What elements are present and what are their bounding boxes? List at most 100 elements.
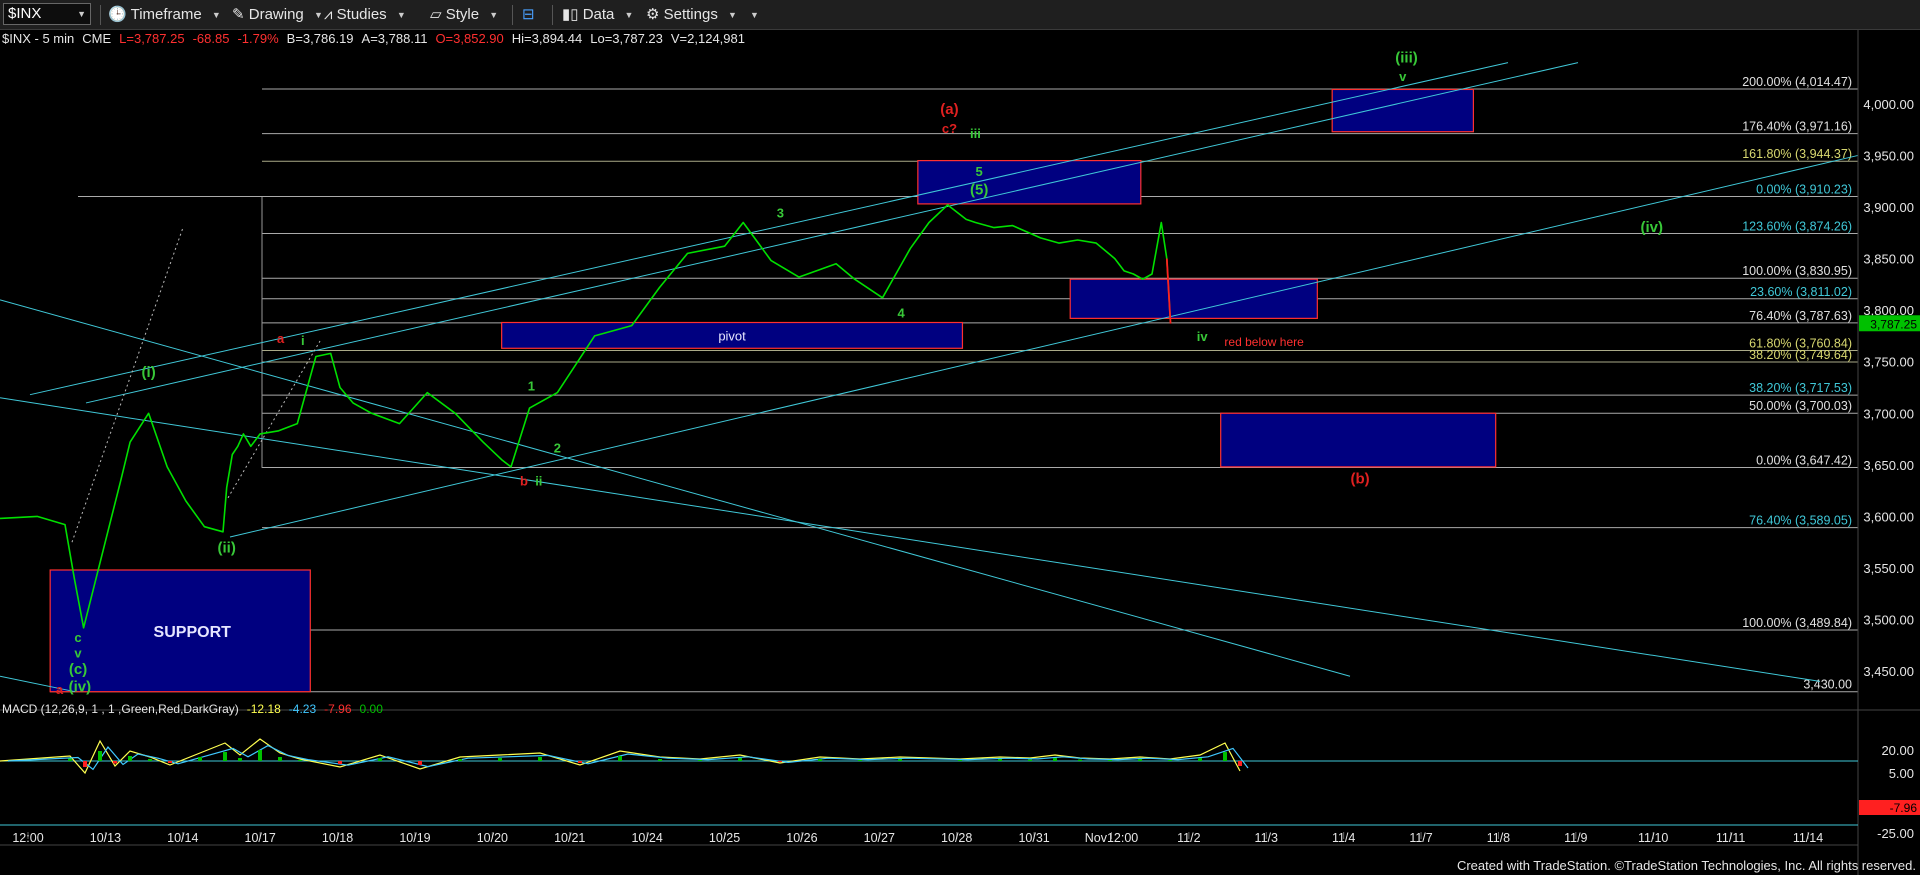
wave-label: 2	[554, 440, 561, 455]
macd-histogram-bar	[68, 758, 72, 761]
macd-histogram-bar	[223, 752, 227, 761]
macd-histogram-bar	[1053, 758, 1057, 761]
time-tick-label: 10/14	[167, 831, 198, 845]
settings-button[interactable]: ⚙ Settings ▼	[646, 4, 737, 26]
macd-histogram-bar	[1108, 760, 1112, 761]
macd-histogram-bar	[1238, 761, 1242, 766]
header-low: Lo=3,787.23	[590, 31, 663, 46]
zone-box	[1069, 278, 1318, 319]
studies-button[interactable]: ⩘ Studies ▼	[324, 4, 406, 26]
fib-level-label: 76.40% (3,787.63)	[1749, 309, 1852, 323]
wave-label: a	[56, 682, 64, 697]
chevron-down-icon: ▼	[489, 10, 499, 21]
macd-histogram-bar	[498, 758, 502, 761]
time-tick-label: 10/26	[786, 831, 817, 845]
header-bid: B=3,786.19	[287, 31, 354, 46]
price-tick-label: 3,900.00	[1863, 200, 1914, 215]
time-tick-label: 10/18	[322, 831, 353, 845]
macd-histogram-bar	[1198, 758, 1202, 761]
symbol-input[interactable]: $INX ▼	[3, 3, 91, 25]
fib-level-label: 200.00% (4,014.47)	[1742, 75, 1852, 89]
price-tick-label: 3,850.00	[1863, 252, 1914, 267]
macd-histogram-bar	[128, 756, 132, 761]
style-icon: ▱	[430, 6, 442, 23]
price-tick-label: 3,950.00	[1863, 148, 1914, 163]
zone-box-label: pivot	[718, 328, 746, 343]
wave-label: (iii)	[1395, 50, 1418, 67]
fib-level-label: 38.20% (3,749.64)	[1749, 348, 1852, 362]
timeframe-label: Timeframe	[130, 6, 202, 23]
toolbar: $INX ▼ 🕒 Timeframe ▼ ✎ Drawing ▼ ⩘ Studi…	[0, 0, 1920, 30]
time-tick-label: 11/2	[1177, 831, 1200, 845]
settings-label: Settings	[663, 6, 718, 23]
wave-label: (c)	[69, 661, 87, 678]
wave-label: v	[74, 646, 82, 661]
wave-label: (a)	[940, 101, 958, 118]
macd-histogram-bar	[778, 761, 782, 762]
drawing-button[interactable]: ✎ Drawing ▼	[232, 4, 323, 26]
timeframe-button[interactable]: 🕒 Timeframe ▼	[108, 4, 221, 26]
style-button[interactable]: ▱ Style ▼	[430, 4, 498, 26]
macd-value: -4.23	[289, 702, 317, 716]
fib-level-label: 38.20% (3,717.53)	[1749, 381, 1852, 395]
time-tick-label: Nov12:00	[1085, 831, 1139, 845]
time-tick-label: 11/10	[1638, 831, 1668, 845]
price-chart[interactable]: $INX - 5 min CME L=3,787.25 -68.85 -1.79% B=3…	[0, 30, 1920, 875]
time-tick-label: 11/8	[1487, 831, 1510, 845]
wave-label: 3	[777, 205, 784, 220]
toolbar-divider	[512, 5, 513, 25]
header-volume: V=2,124,981	[671, 31, 745, 46]
fib-level-label: 100.00% (3,830.95)	[1742, 264, 1852, 278]
wave-label: i	[301, 333, 305, 348]
chevron-down-icon[interactable]: ▼	[77, 4, 86, 24]
time-tick-label: 12:00	[12, 831, 43, 845]
header-change: -68.85	[193, 31, 230, 46]
fib-level-label: 0.00% (3,910.23)	[1756, 182, 1852, 196]
macd-histogram-bar	[618, 756, 622, 761]
price-tick-label: 4,000.00	[1863, 97, 1914, 112]
time-tick-label: 10/28	[941, 831, 972, 845]
chevron-down-icon: ▼	[750, 10, 759, 21]
overflow-menu-button[interactable]: ▼	[744, 4, 759, 26]
time-tick-label: 10/25	[709, 831, 740, 845]
macd-value: -7.96	[324, 702, 352, 716]
fib-level-label: 161.80% (3,944.37)	[1742, 147, 1852, 161]
wave-label: iii	[970, 126, 981, 141]
fib-level-label: 0.00% (3,647.42)	[1756, 453, 1852, 467]
macd-histogram-bar	[378, 758, 382, 761]
fib-level-label: 50.00% (3,700.03)	[1749, 399, 1852, 413]
macd-histogram-bar	[858, 760, 862, 761]
wave-label: 1	[528, 379, 535, 394]
macd-histogram-bar	[278, 757, 282, 761]
price-tick-label: 3,500.00	[1863, 613, 1914, 628]
macd-tick-label: 5.00	[1889, 766, 1914, 781]
wave-label: 4	[898, 305, 906, 320]
toolbar-divider	[100, 5, 101, 25]
header-exchange: CME	[82, 31, 111, 46]
data-button[interactable]: ▮▯ Data ▼	[562, 4, 633, 26]
header-open: O=3,852.90	[435, 31, 503, 46]
time-tick-label: 10/21	[554, 831, 585, 845]
macd-histogram-bar	[1223, 752, 1227, 761]
time-tick-label: 11/14	[1793, 831, 1823, 845]
wave-label: a	[277, 331, 285, 346]
macd-histogram-bar	[658, 759, 662, 761]
symbol-value: $INX	[8, 5, 42, 22]
time-tick-label: 10/13	[90, 831, 121, 845]
fib-level-label: 176.40% (3,971.16)	[1742, 120, 1852, 134]
chevron-down-icon: ▼	[211, 10, 221, 21]
layout-button[interactable]: ⊟	[522, 4, 535, 26]
macd-tick-label: 20.00	[1881, 743, 1914, 758]
chevron-down-icon: ▼	[396, 10, 406, 21]
macd-value: -12.18	[247, 702, 281, 716]
fib-level-label: 23.60% (3,811.02)	[1750, 285, 1852, 299]
macd-histogram-bar	[258, 750, 262, 761]
wave-label: v	[1399, 69, 1407, 84]
time-tick-label: 11/11	[1716, 831, 1745, 845]
wave-label: (5)	[970, 182, 988, 199]
layout-icon: ⊟	[522, 6, 535, 23]
zone-box-label: SUPPORT	[154, 624, 232, 641]
wave-label: (iv)	[69, 679, 92, 696]
time-tick-label: 10/24	[631, 831, 662, 845]
current-price-label: 3,787.25	[1870, 317, 1917, 331]
